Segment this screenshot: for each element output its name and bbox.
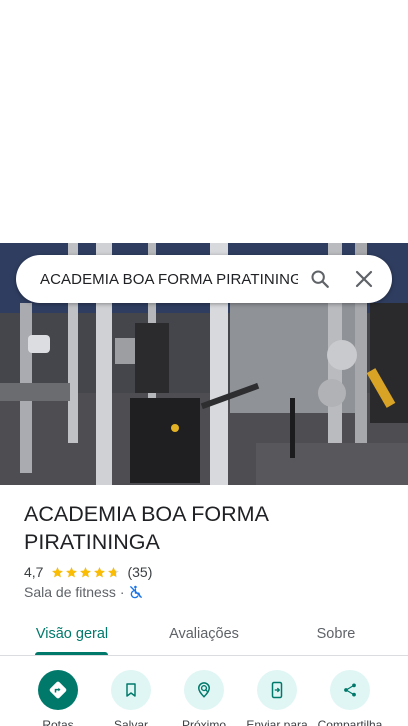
- star-icon: [52, 566, 64, 577]
- close-icon[interactable]: [342, 255, 386, 303]
- tab-overview[interactable]: Visão geral: [20, 612, 124, 656]
- star-icon: [80, 566, 92, 577]
- directions-icon: [38, 670, 78, 710]
- share-button[interactable]: Compartilha: [310, 670, 390, 726]
- place-title-line-1: ACADEMIA BOA FORMA: [24, 502, 269, 526]
- send-to-phone-icon: [257, 670, 297, 710]
- directions-button[interactable]: Rotas: [18, 670, 98, 726]
- tab-about[interactable]: Sobre: [290, 612, 382, 656]
- star-icon: [108, 566, 120, 577]
- action-buttons: Rotas Salvar Próximo Enviar para Compart…: [0, 670, 408, 726]
- place-details-screen: ACADEMIA BOA FORMA PIRATININGA ACADEMIA …: [0, 0, 408, 726]
- tab-reviews[interactable]: Avaliações: [150, 612, 258, 656]
- directions-label: Rotas: [42, 718, 74, 726]
- save-button[interactable]: Salvar: [91, 670, 171, 726]
- nearby-button[interactable]: Próximo: [164, 670, 244, 726]
- search-query[interactable]: ACADEMIA BOA FORMA PIRATININGA: [16, 271, 298, 288]
- nearby-icon: [184, 670, 224, 710]
- share-label: Compartilha: [317, 718, 383, 726]
- place-category: Sala de fitness: [24, 584, 116, 600]
- rating-row[interactable]: 4,7 (35): [24, 563, 152, 581]
- wheelchair-not-accessible-icon: [129, 585, 143, 599]
- search-icon[interactable]: [298, 255, 342, 303]
- category-separator: ·: [119, 584, 125, 600]
- nearby-label: Próximo: [181, 718, 226, 726]
- rating-value: 4,7: [24, 564, 44, 580]
- review-count[interactable]: (35): [127, 564, 152, 580]
- share-icon: [330, 670, 370, 710]
- star-icon: [94, 566, 106, 577]
- send-to-phone-button[interactable]: Enviar para: [237, 670, 317, 726]
- save-label: Salvar: [113, 718, 148, 726]
- active-tab-indicator: [35, 652, 108, 655]
- place-tabs: Visão geral Avaliações Sobre: [0, 612, 408, 656]
- bookmark-icon: [111, 670, 151, 710]
- star-icon: [66, 566, 78, 577]
- search-bar[interactable]: ACADEMIA BOA FORMA PIRATININGA: [16, 255, 392, 303]
- send-to-phone-label: Enviar para: [246, 718, 308, 726]
- place-title-line-2: PIRATININGA: [24, 530, 160, 554]
- place-title: ACADEMIA BOA FORMA PIRATININGA: [24, 500, 384, 556]
- category-row: Sala de fitness ·: [24, 583, 143, 601]
- rating-stars: [51, 566, 121, 579]
